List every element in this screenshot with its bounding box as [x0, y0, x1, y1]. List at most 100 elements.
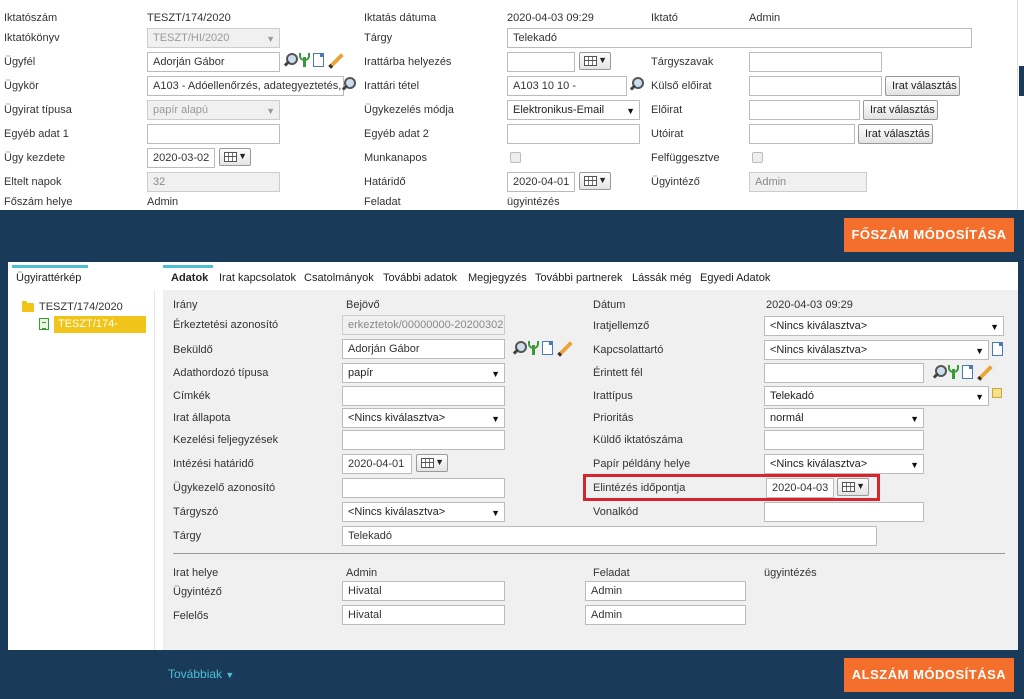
scrollbar-track[interactable]: [1017, 0, 1024, 210]
irat-allapota-select[interactable]: <Nincs kiválasztva> ▼: [342, 408, 505, 428]
bekuldo-input[interactable]: Adorján Gábor: [342, 339, 505, 359]
edit-icon[interactable]: [327, 53, 341, 67]
hatarido-label: Határidő: [364, 176, 406, 188]
chevron-down-icon: ▼: [598, 55, 607, 65]
tree-item-selected[interactable]: TESZT/174-1/2020: [54, 316, 146, 347]
irat-valasztas-button[interactable]: Irat választás: [863, 100, 938, 120]
eloirat-input[interactable]: [749, 100, 860, 120]
tab-egyedi-adatok[interactable]: Egyedi Adatok: [700, 266, 770, 290]
kapcsolattarto-label: Kapcsolattartó: [593, 344, 664, 356]
prioritas-select[interactable]: normál ▼: [764, 408, 924, 428]
edit-icon[interactable]: [556, 341, 570, 355]
search-icon[interactable]: [630, 77, 644, 89]
tab-tovabbi-adatok[interactable]: További adatok: [383, 266, 457, 290]
egyeb-adat2-input[interactable]: [507, 124, 640, 144]
tab-irat-kapcsolatok[interactable]: Irat kapcsolatok: [219, 266, 296, 290]
document-icon[interactable]: [992, 342, 1003, 356]
scrollbar-thumb[interactable]: [1019, 66, 1024, 96]
calendar-button[interactable]: ▼: [579, 172, 611, 190]
tab-ugyirat-terkep[interactable]: Ügyirattérkép: [16, 266, 81, 290]
irattari-tetel-input[interactable]: A103 10 10 -: [507, 76, 627, 96]
ugykezelo-input[interactable]: [342, 478, 505, 498]
cimkek-input[interactable]: [342, 386, 505, 406]
felelos-input-2[interactable]: Admin: [585, 605, 746, 625]
search-icon[interactable]: [342, 77, 356, 89]
kapcsolattarto-select[interactable]: <Nincs kiválasztva> ▼: [764, 340, 989, 360]
document-icon[interactable]: [313, 53, 324, 67]
foszam-modositasa-button[interactable]: FŐSZÁM MÓDOSÍTÁSA: [844, 218, 1014, 252]
ugy-kezdete-input[interactable]: 2020-03-02: [147, 148, 215, 168]
tab-tovabbi-partnerek[interactable]: További partnerek: [535, 266, 622, 290]
tab-megjegyzes[interactable]: Megjegyzés: [468, 266, 527, 290]
targyszavak-input[interactable]: [749, 52, 882, 72]
elintezes-input[interactable]: 2020-04-03: [766, 478, 834, 498]
search-icon[interactable]: [933, 365, 947, 377]
hatarido-input[interactable]: 2020-04-01: [507, 172, 575, 192]
bekuldo-actions: [513, 341, 583, 359]
kulso-eloirat-input[interactable]: [749, 76, 882, 96]
irattarba-input[interactable]: [507, 52, 575, 72]
adathordozo-select[interactable]: papír ▼: [342, 363, 505, 383]
search-icon[interactable]: [284, 53, 298, 65]
egyeb-adat2-label: Egyéb adat 2: [364, 128, 429, 140]
erintett-actions: [933, 365, 1003, 383]
tree-item-root[interactable]: TESZT/174/2020: [39, 300, 123, 314]
note-icon[interactable]: [992, 388, 1002, 398]
tab-adatok[interactable]: Adatok: [171, 266, 208, 290]
irany-value: Bejövő: [346, 299, 380, 311]
irat-valasztas-button[interactable]: Irat választás: [858, 124, 933, 144]
calendar-button[interactable]: ▼: [219, 148, 251, 166]
irat-valasztas-button[interactable]: Irat választás: [885, 76, 960, 96]
kezelesi-input[interactable]: [342, 430, 505, 450]
ugykezeles-select[interactable]: Elektronikus-Email ▼: [507, 100, 640, 120]
chevron-down-icon: ▼: [266, 34, 275, 44]
munkanapos-checkbox[interactable]: [510, 152, 521, 163]
ugyintezo-label: Ügyintéző: [173, 586, 222, 598]
chevron-down-icon: ▼: [491, 369, 500, 379]
targyszo-select[interactable]: <Nincs kiválasztva> ▼: [342, 502, 505, 522]
document-icon[interactable]: [962, 365, 973, 379]
ugyintezo-input-2[interactable]: Admin: [585, 581, 746, 601]
irattipus-select[interactable]: Telekadó ▼: [764, 386, 989, 406]
file-icon: [39, 318, 49, 330]
calendar-button[interactable]: ▼: [837, 478, 869, 496]
felelos-input-1[interactable]: Hivatal: [342, 605, 505, 625]
chevron-down-icon: ▼: [975, 392, 984, 402]
calendar-button[interactable]: ▼: [579, 52, 611, 70]
chevron-down-icon: ▼: [856, 481, 865, 491]
targy-input[interactable]: Telekadó: [342, 526, 877, 546]
link-icon[interactable]: [948, 365, 959, 379]
ugyfel-input[interactable]: Adorján Gábor: [147, 52, 280, 72]
egyeb-adat1-input[interactable]: [147, 124, 280, 144]
iratjellemzo-select[interactable]: <Nincs kiválasztva> ▼: [764, 316, 1004, 336]
ugyintezo-input-1[interactable]: Hivatal: [342, 581, 505, 601]
irattarba-label: Irattárba helyezés: [364, 56, 452, 68]
utoirat-input[interactable]: [749, 124, 855, 144]
search-icon[interactable]: [513, 341, 527, 353]
tab-lassak-meg[interactable]: Lássák még: [632, 266, 691, 290]
vonalkod-input[interactable]: [764, 502, 924, 522]
egyeb-adat1-label: Egyéb adat 1: [4, 128, 69, 140]
chevron-down-icon: ▼: [626, 106, 635, 116]
alszam-modositasa-button[interactable]: ALSZÁM MÓDOSÍTÁSA: [844, 658, 1014, 692]
targy-input[interactable]: Telekadó: [507, 28, 972, 48]
link-icon[interactable]: [528, 341, 539, 355]
erintett-input[interactable]: [764, 363, 924, 383]
link-icon[interactable]: [299, 53, 310, 67]
ugykor-input[interactable]: A103 - Adóellenőrzés, adategyeztetés, ad…: [147, 76, 344, 96]
felfuggesztve-checkbox[interactable]: [752, 152, 763, 163]
chevron-down-icon: ▼: [491, 414, 500, 424]
document-icon[interactable]: [542, 341, 553, 355]
edit-icon[interactable]: [976, 365, 990, 379]
papir-select[interactable]: <Nincs kiválasztva> ▼: [764, 454, 924, 474]
targyszo-label: Tárgyszó: [173, 506, 219, 518]
tovabbiak-link[interactable]: Továbbiak ▼: [168, 667, 234, 681]
intezesi-input[interactable]: 2020-04-01: [342, 454, 412, 474]
calendar-icon: [421, 458, 434, 468]
erintett-label: Érintett fél: [593, 367, 643, 379]
iratjellemzo-label: Iratjellemző: [593, 320, 650, 332]
kuldo-input[interactable]: [764, 430, 924, 450]
tab-csatolmanyok[interactable]: Csatolmányok: [304, 266, 374, 290]
ugyintezo-input: Admin: [749, 172, 867, 192]
calendar-button[interactable]: ▼: [416, 454, 448, 472]
